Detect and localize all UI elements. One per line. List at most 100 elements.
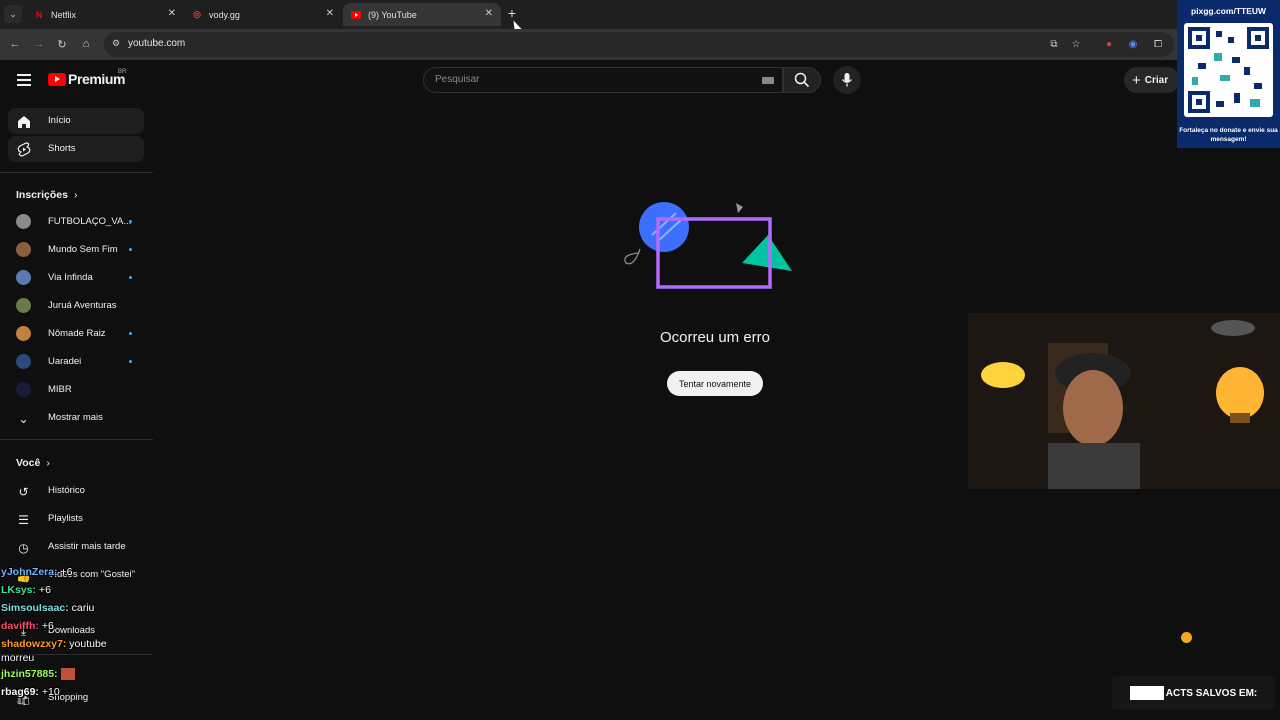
chat-message: yJohnZera: +6 [1,566,73,578]
youtube-premium-logo[interactable]: Premium [48,71,126,87]
shorts-icon [16,142,31,157]
sidebar-item-label: Uaradei [48,356,82,367]
voice-search-button[interactable] [833,66,861,94]
back-icon[interactable]: ← [8,37,22,51]
sidebar-item-subscription[interactable]: Via Infinda [8,265,144,291]
close-tab-icon[interactable]: ✕ [485,8,493,19]
reload-icon[interactable]: ↻ [55,37,69,51]
playlists-icon: ☰ [18,512,29,527]
youtube-logo-icon [48,72,66,86]
sidebar-item-label: MIBR [48,384,72,395]
chat-text: morreu [1,652,35,664]
netflix-favicon-icon: N [35,9,43,20]
sidebar-item-subscription[interactable]: MIBR [8,377,144,403]
chat-username: shadowzxy7: [1,638,67,650]
sidebar-item-subscription[interactable]: Mundo Sem Fim [8,237,144,263]
sidebar-item-playlists[interactable]: ☰ Playlists [8,506,144,532]
channel-avatar [16,382,31,397]
browser-toolbar: ← → ↻ ⌂ ⚙ youtube.com ⧉ ☆ ● ◉ ⧠ [0,29,1280,60]
chat-username: SimsouIsaac: [1,602,69,614]
chat-message: morreu [1,652,34,664]
sidebar-item-home[interactable]: Início [8,108,144,134]
chat-message: SimsouIsaac: cariu [1,602,94,614]
chat-message: daviffh: +6 [1,620,54,632]
sidebar-divider [0,439,153,440]
chat-text: +6 [36,584,51,596]
subscriptions-title: Inscrições [16,189,68,201]
close-tab-icon[interactable]: ✕ [326,8,334,19]
menu-hamburger-icon[interactable] [17,74,31,86]
chevron-right-icon: › [46,457,50,469]
tab-search-chevron-icon[interactable]: ⌄ [4,5,22,23]
new-content-dot [129,248,132,251]
you-heading[interactable]: Você › [16,457,50,469]
keyboard-icon[interactable] [762,77,774,84]
logo-text: Premium [68,71,126,87]
chat-text: cariu [68,602,95,614]
chevron-down-icon: ⌄ [18,411,29,426]
new-tab-button[interactable]: + [504,5,520,21]
new-content-dot [129,276,132,279]
sidebar-item-shorts[interactable]: Shorts [8,136,144,162]
sidebar-item-label: Juruá Aventuras [48,300,117,311]
sidebar-item-watch-later[interactable]: ◷ Assistir mais tarde [8,534,144,560]
tab-youtube[interactable]: (9) YouTube ✕ [343,3,501,26]
create-button[interactable]: + Criar [1124,67,1180,93]
qr-code [1184,23,1273,117]
plus-icon: + [1132,71,1141,89]
emote-icon [60,668,75,681]
extensions-puzzle-icon[interactable]: ⧠ [1151,37,1165,51]
chat-username: jhzin57885: [1,668,58,680]
microphone-icon [841,73,853,87]
youtube-header: Premium BR Pesquisar + Criar [0,60,1280,100]
promo-text: ACTS SALVOS EM: [1165,687,1258,699]
youtube-favicon-icon [351,10,361,20]
extension-red-icon[interactable]: ● [1102,37,1116,51]
tab-vody[interactable]: ◎ vody.gg ✕ [184,3,342,26]
sidebar-item-label: Histórico [48,485,85,496]
tab-netflix[interactable]: N Netflix ✕ [26,3,184,26]
new-content-dot [129,220,132,223]
search-button[interactable] [783,67,821,93]
extension-audio-icon[interactable]: ◉ [1126,37,1140,51]
chat-username: yJohnZera: [1,566,58,578]
search-placeholder: Pesquisar [435,74,480,85]
sidebar-item-history[interactable]: ↺ Histórico [8,478,144,504]
chat-username: LKsys: [1,584,37,596]
promo-banner: ACTS SALVOS EM: [1112,676,1275,710]
channel-avatar [16,242,31,257]
site-info-icon[interactable]: ⚙ [112,38,124,50]
retry-button[interactable]: Tentar novamente [667,371,763,396]
search-input[interactable]: Pesquisar [423,67,783,93]
channel-avatar [16,214,31,229]
coin-icon [1181,632,1192,643]
logo-region: BR [118,69,127,75]
channel-avatar [16,298,31,313]
address-bar[interactable]: ⚙ youtube.com [104,32,1174,57]
search-icon [794,72,810,88]
install-app-icon[interactable]: ⧉ [1047,37,1061,51]
sidebar-item-label: Downloads [48,625,95,636]
sidebar-divider [0,172,153,173]
sidebar-item-subscription[interactable]: FUTBOLAÇO_VA... [8,209,144,235]
tab-title: (9) YouTube [368,9,417,20]
chat-text: youtube [66,638,107,650]
subscriptions-heading[interactable]: Inscrições › [16,189,77,201]
sidebar-item-label: Mostrar mais [48,412,103,423]
address-url[interactable]: youtube.com [128,38,185,49]
sidebar-item-show-more[interactable]: ⌄ Mostrar mais [8,405,144,431]
chat-username: daviffh: [1,620,39,632]
sidebar-item-subscription[interactable]: Juruá Aventuras [8,293,144,319]
donation-qr-panel: pixgg.com/TTEUW Fortaleça no donate e en… [1177,0,1280,148]
sidebar-item-label: Shorts [48,143,76,154]
you-title: Você [16,457,41,469]
chat-username: rbag69: [1,686,39,698]
home-icon[interactable]: ⌂ [79,37,93,51]
bookmark-star-icon[interactable]: ☆ [1069,37,1083,51]
forward-icon[interactable]: → [32,37,46,51]
chat-text: +6 [57,566,73,578]
qr-url: pixgg.com/TTEUW [1190,6,1267,16]
qr-caption: Fortaleça no donate e envie sua mensagem… [1179,127,1278,143]
sidebar-item-subscription[interactable]: Uaradei [8,349,144,375]
close-tab-icon[interactable]: ✕ [168,8,176,19]
